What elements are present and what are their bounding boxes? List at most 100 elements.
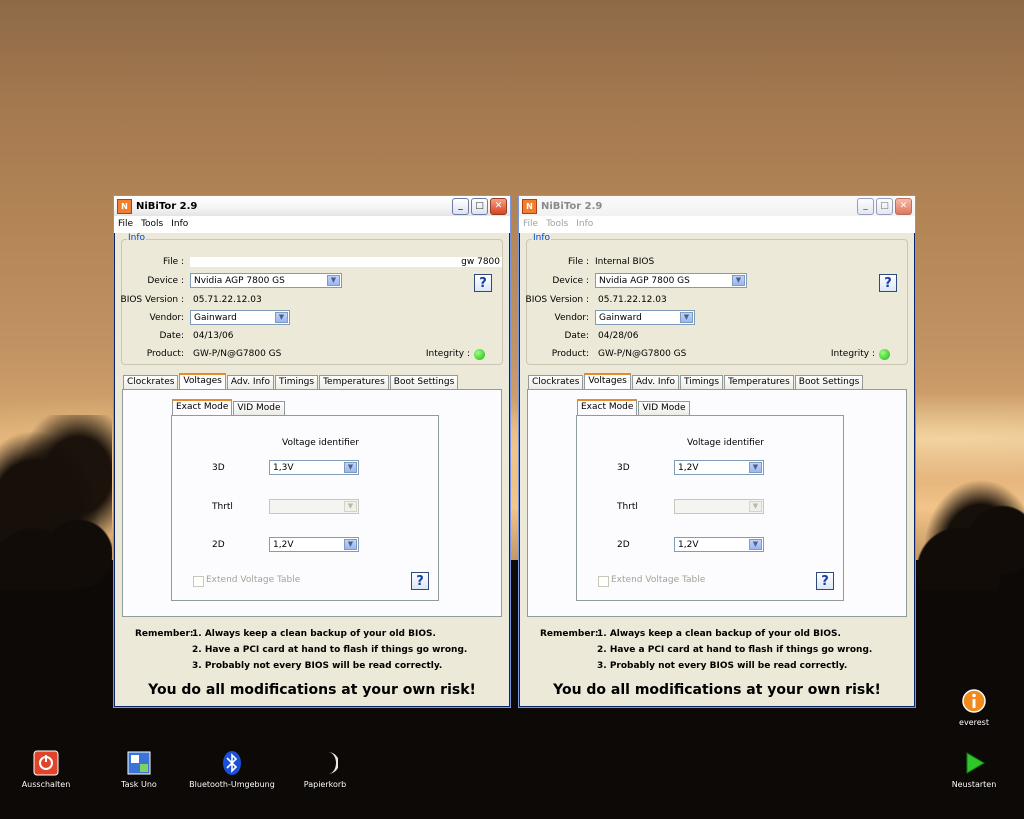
tab-clockrates[interactable]: Clockrates: [528, 375, 584, 389]
tab-vid-mode[interactable]: VID Mode: [638, 401, 690, 415]
maximize-button[interactable]: □: [876, 197, 893, 215]
voltage-thrtl-select[interactable]: ▼: [674, 499, 764, 514]
chevron-down-icon: ▼: [732, 275, 745, 286]
tab-adv-info[interactable]: Adv. Info: [226, 375, 274, 389]
desktop-icon-neustarten[interactable]: Neustarten: [948, 750, 1000, 789]
tab-exact-mode[interactable]: Exact Mode: [172, 399, 233, 416]
device-select-value: Nvidia AGP 7800 GS: [599, 276, 690, 286]
desktop-icon-ausschalten[interactable]: Ausschalten: [20, 750, 72, 789]
voltage-3d-label: 3D: [617, 463, 630, 473]
mode-tabs: Exact Mode VID Mode: [577, 399, 691, 416]
vendor-label: Vendor:: [149, 313, 185, 323]
remember-label: Remember:: [540, 629, 599, 639]
chevron-down-icon: ▼: [344, 462, 357, 473]
bios-version-label: BIOS Version :: [525, 295, 589, 305]
date-value: 04/13/06: [193, 331, 234, 341]
voltage-thrtl-label: Thrtl: [617, 502, 638, 512]
minimize-button[interactable]: _: [857, 197, 874, 215]
voltage-2d-value: 1,2V: [678, 540, 699, 550]
voltage-3d-select[interactable]: 1,3V ▼: [269, 460, 359, 475]
close-button[interactable]: ✕: [895, 197, 912, 215]
title-bar[interactable]: N NiBiTor 2.9 _ □ ✕: [114, 196, 510, 216]
nibitor-window-left[interactable]: N NiBiTor 2.9 _ □ ✕ File Tools Info Info…: [113, 195, 511, 708]
vendor-select[interactable]: Gainward ▼: [190, 310, 290, 325]
tab-temperatures[interactable]: Temperatures: [724, 375, 794, 389]
help-icon[interactable]: ?: [411, 572, 429, 590]
tab-temperatures[interactable]: Temperatures: [319, 375, 389, 389]
tip-2: 2. Have a PCI card at hand to flash if t…: [597, 645, 873, 655]
menu-info[interactable]: Info: [171, 219, 188, 229]
help-icon[interactable]: ?: [474, 274, 492, 292]
help-icon[interactable]: ?: [879, 274, 897, 292]
tab-voltages[interactable]: Voltages: [584, 373, 631, 390]
integrity-status-icon: [474, 349, 485, 360]
product-value: GW-P/N@G7800 GS: [598, 349, 687, 359]
file-value: Internal BIOS: [595, 257, 655, 267]
voltage-2d-select[interactable]: 1,2V ▼: [269, 537, 359, 552]
minimize-button[interactable]: _: [452, 197, 469, 215]
info-group-title: Info: [532, 233, 552, 243]
tab-voltages[interactable]: Voltages: [179, 373, 226, 390]
extend-voltage-table-checkbox[interactable]: [193, 576, 204, 587]
voltage-thrtl-label: Thrtl: [212, 502, 233, 512]
voltage-2d-select[interactable]: 1,2V ▼: [674, 537, 764, 552]
desktop-icon-label: Task Uno: [121, 780, 157, 789]
voltage-thrtl-select[interactable]: ▼: [269, 499, 359, 514]
title-bar[interactable]: N NiBiTor 2.9 _ □ ✕: [519, 196, 915, 216]
desktop-icon-papierkorb[interactable]: Papierkorb: [300, 750, 350, 789]
desktop-icon-task-uno[interactable]: Task Uno: [114, 750, 164, 789]
product-value: GW-P/N@G7800 GS: [193, 349, 282, 359]
menu-info[interactable]: Info: [576, 219, 593, 229]
tab-timings[interactable]: Timings: [274, 375, 319, 389]
tip-1: 1. Always keep a clean backup of your ol…: [597, 629, 841, 639]
vendor-select[interactable]: Gainward ▼: [595, 310, 695, 325]
nibitor-window-right[interactable]: N NiBiTor 2.9 _ □ ✕ File Tools Info Info…: [518, 195, 916, 708]
device-label: Device :: [552, 276, 589, 286]
voltage-3d-value: 1,2V: [678, 463, 699, 473]
device-label: Device :: [147, 276, 184, 286]
tab-adv-info[interactable]: Adv. Info: [631, 375, 679, 389]
tip-3: 3. Probably not every BIOS will be read …: [597, 661, 848, 671]
tab-vid-mode[interactable]: VID Mode: [233, 401, 285, 415]
date-label: Date:: [159, 331, 184, 341]
desktop-icon-label: Papierkorb: [303, 780, 347, 789]
menu-file[interactable]: File: [523, 219, 538, 229]
tab-boot-settings[interactable]: Boot Settings: [389, 375, 459, 389]
nibitor-app-icon: N: [117, 198, 132, 214]
integrity-label: Integrity :: [830, 349, 875, 359]
menu-tools[interactable]: Tools: [141, 219, 163, 229]
voltage-identifier-title: Voltage identifier: [282, 438, 360, 448]
vendor-select-value: Gainward: [194, 313, 237, 323]
main-tabs: Clockrates Voltages Adv. Info Timings Te…: [123, 373, 459, 390]
bluetooth-icon: [219, 750, 245, 776]
date-value: 04/28/06: [598, 331, 639, 341]
vendor-label: Vendor:: [554, 313, 590, 323]
maximize-button[interactable]: □: [471, 197, 488, 215]
tab-exact-mode[interactable]: Exact Mode: [577, 399, 638, 416]
mode-tabs: Exact Mode VID Mode: [172, 399, 286, 416]
tab-timings[interactable]: Timings: [679, 375, 724, 389]
integrity-label: Integrity :: [425, 349, 470, 359]
bios-version-value: 05.71.22.12.03: [193, 295, 262, 305]
desktop-icon-everest[interactable]: everest: [955, 688, 993, 727]
file-value: gw 7800: [190, 257, 502, 267]
chevron-down-icon: ▼: [749, 539, 762, 550]
extend-voltage-table-checkbox[interactable]: [598, 576, 609, 587]
device-select[interactable]: Nvidia AGP 7800 GS ▼: [190, 273, 342, 288]
restart-icon: [961, 750, 987, 776]
tip-3: 3. Probably not every BIOS will be read …: [192, 661, 443, 671]
main-tabs: Clockrates Voltages Adv. Info Timings Te…: [528, 373, 864, 390]
close-button[interactable]: ✕: [490, 197, 507, 215]
device-select[interactable]: Nvidia AGP 7800 GS ▼: [595, 273, 747, 288]
power-icon: [33, 750, 59, 776]
voltage-3d-select[interactable]: 1,2V ▼: [674, 460, 764, 475]
chevron-down-icon: ▼: [275, 312, 288, 323]
menu-tools[interactable]: Tools: [546, 219, 568, 229]
help-icon[interactable]: ?: [816, 572, 834, 590]
desktop-icon-bluetooth[interactable]: Bluetooth-Umgebung: [188, 750, 276, 789]
chevron-down-icon: ▼: [749, 462, 762, 473]
tab-clockrates[interactable]: Clockrates: [123, 375, 179, 389]
tab-boot-settings[interactable]: Boot Settings: [794, 375, 864, 389]
menu-file[interactable]: File: [118, 219, 133, 229]
chevron-down-icon: ▼: [680, 312, 693, 323]
